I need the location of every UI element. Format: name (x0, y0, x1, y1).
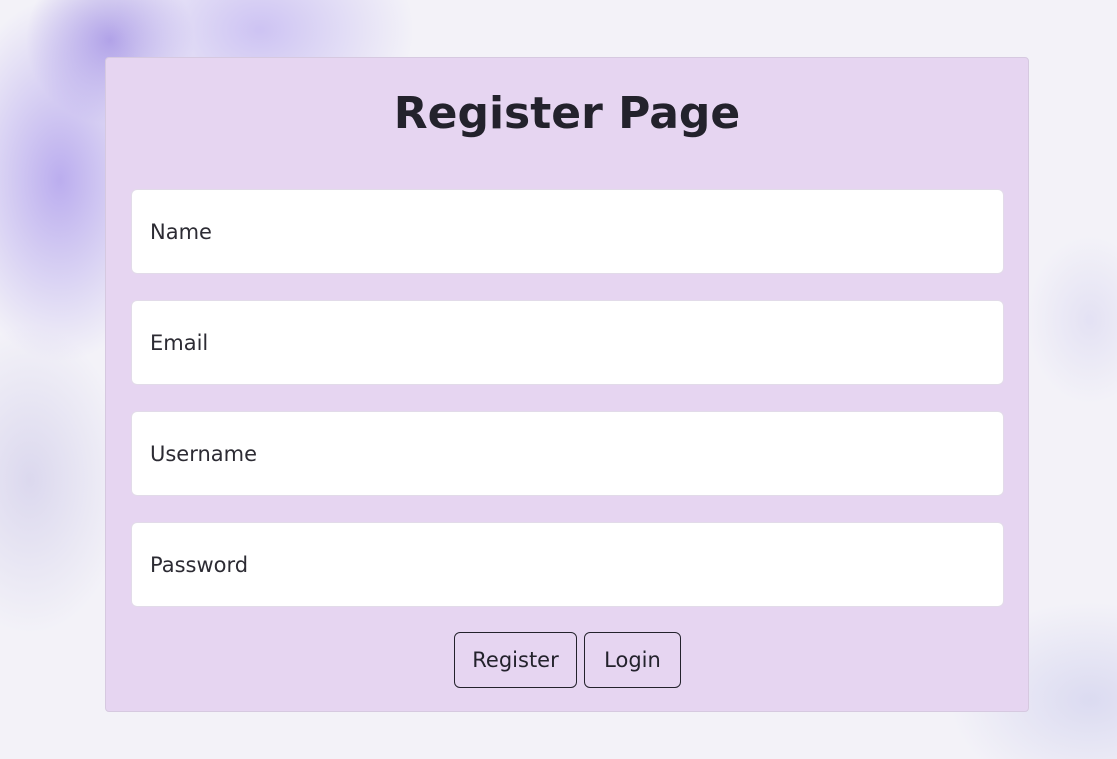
email-input[interactable] (131, 300, 1004, 385)
username-input[interactable] (131, 411, 1004, 496)
register-button[interactable]: Register (454, 632, 577, 688)
page-title: Register Page (393, 88, 741, 139)
password-input[interactable] (131, 522, 1004, 607)
login-button[interactable]: Login (584, 632, 681, 688)
name-input[interactable] (131, 189, 1004, 274)
register-card: Register Page Register Login (105, 57, 1029, 712)
